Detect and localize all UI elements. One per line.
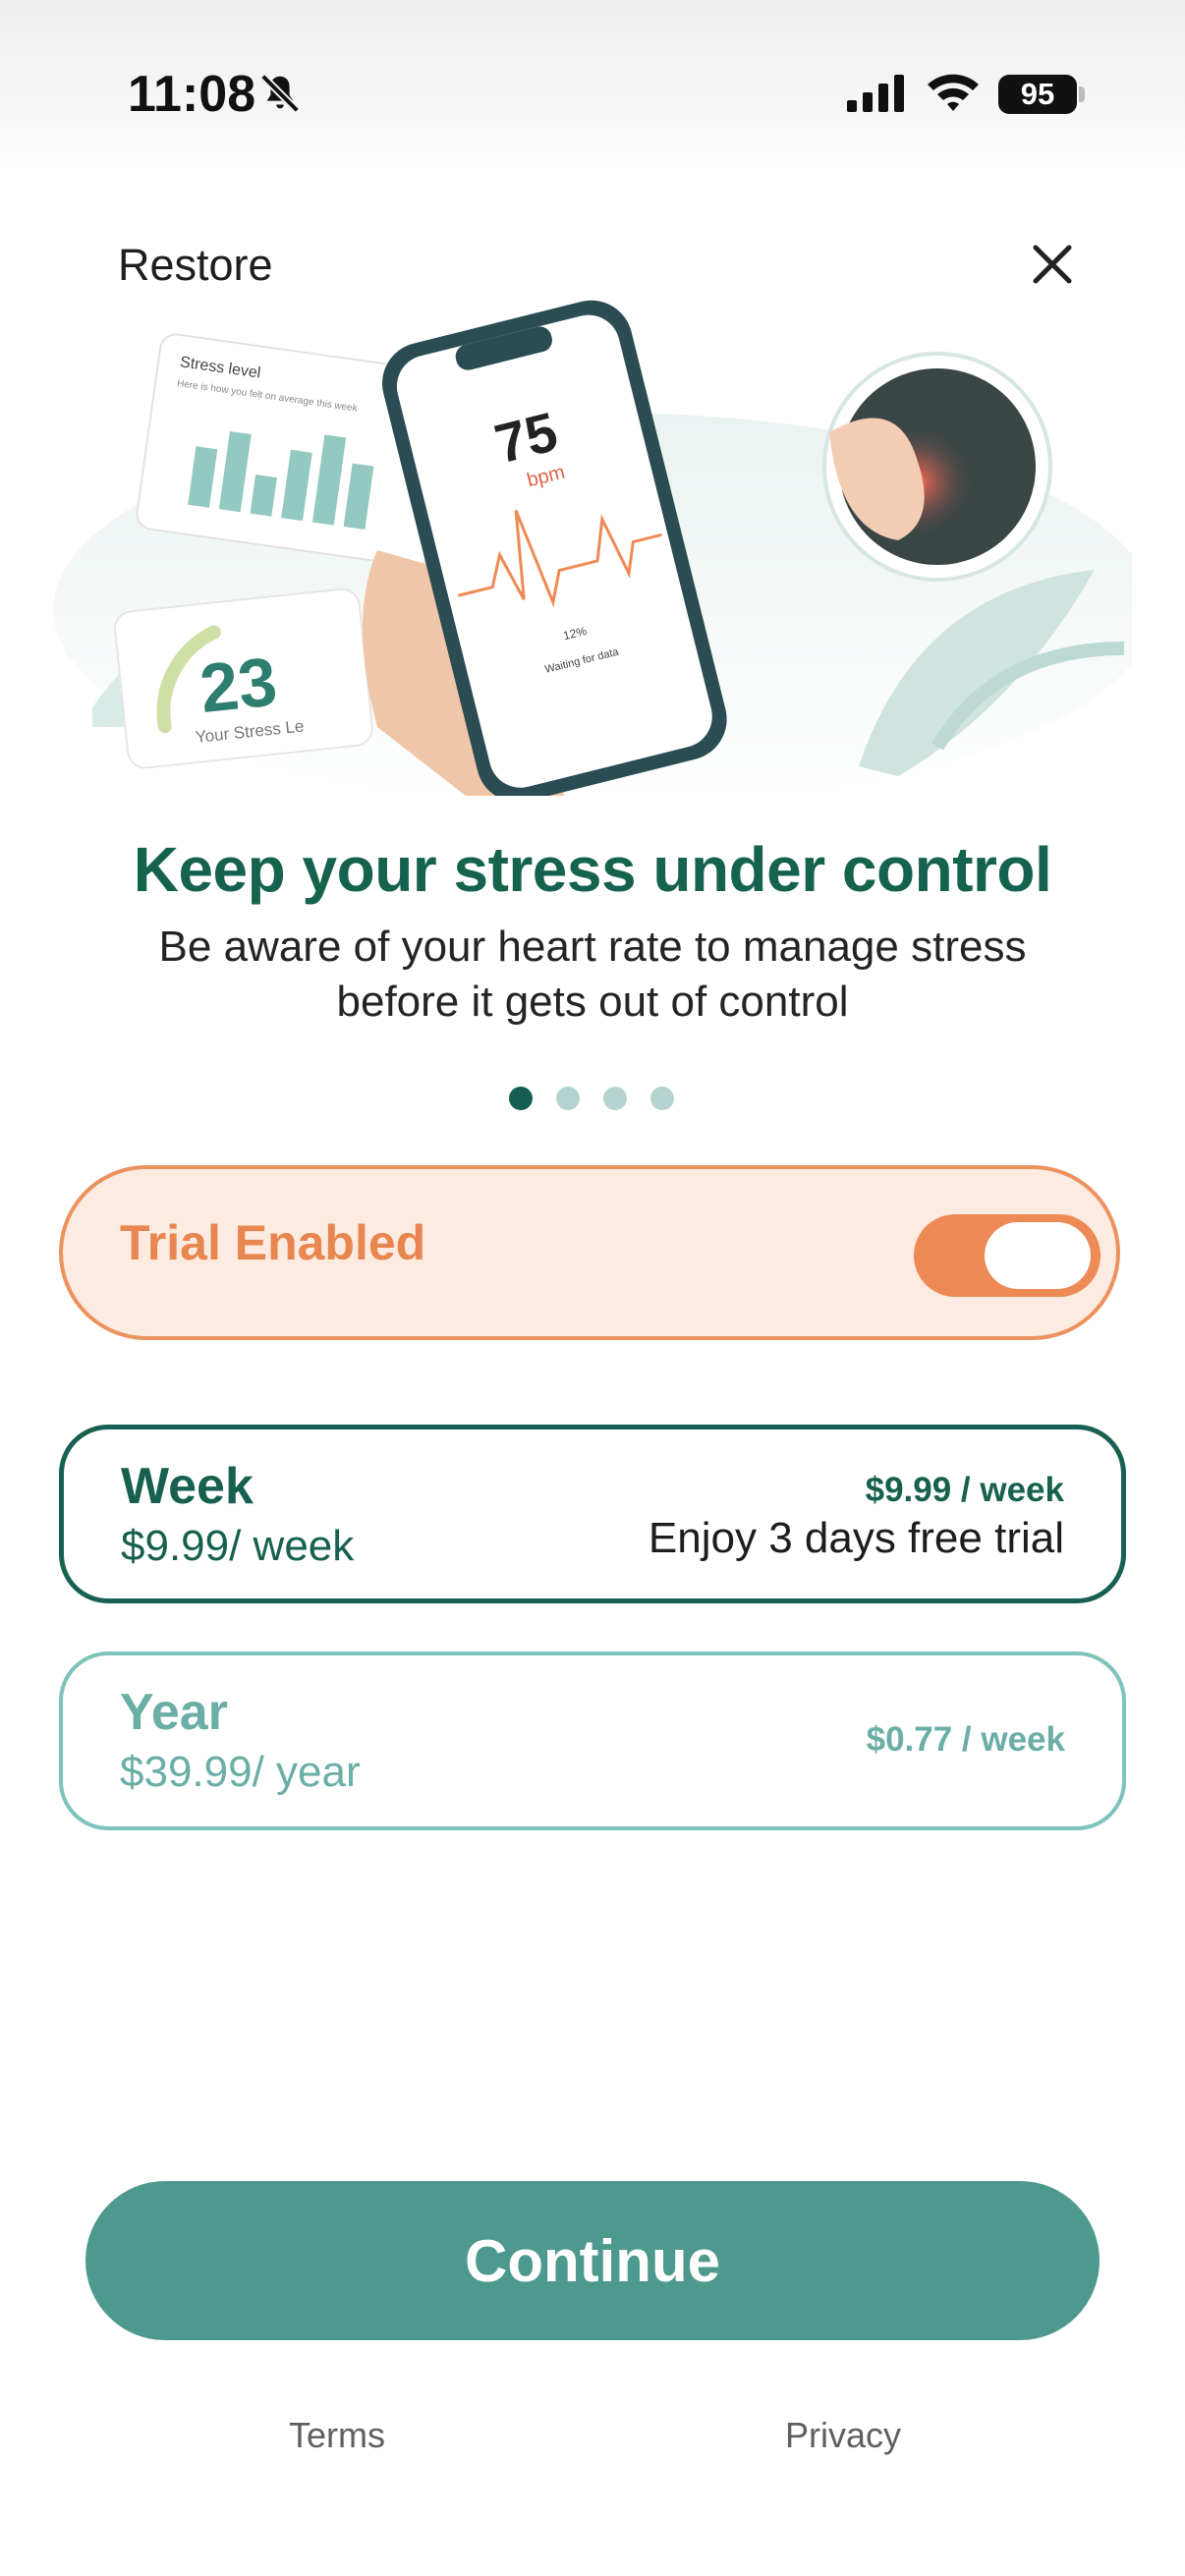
page-dot-2[interactable] bbox=[556, 1087, 580, 1110]
page-dot-4[interactable] bbox=[650, 1087, 674, 1110]
plan-name: Week bbox=[121, 1458, 254, 1515]
battery-tip bbox=[1079, 86, 1085, 102]
hero-illustration: Stress level Here is how you felt on ave… bbox=[53, 300, 1132, 796]
toggle-knob bbox=[985, 1222, 1091, 1289]
cellular-signal-icon bbox=[847, 75, 904, 112]
status-time: 11:08 bbox=[128, 66, 256, 123]
restore-button[interactable]: Restore bbox=[118, 240, 273, 291]
plan-weekly-rate: $9.99 / week bbox=[865, 1471, 1064, 1509]
terms-link[interactable]: Terms bbox=[289, 2415, 385, 2456]
plan-name: Year bbox=[120, 1684, 228, 1741]
wifi-icon bbox=[928, 74, 979, 111]
plan-trial-note: Enjoy 3 days free trial bbox=[648, 1514, 1064, 1562]
headline: Keep your stress under control bbox=[133, 834, 1052, 905]
plan-price: $9.99/ week bbox=[121, 1522, 355, 1570]
continue-button[interactable]: Continue bbox=[85, 2181, 1100, 2340]
plan-option-week[interactable]: Week $9.99/ week $9.99 / week Enjoy 3 da… bbox=[59, 1425, 1126, 1603]
subline: Be aware of your heart rate to manage st… bbox=[158, 923, 1027, 1026]
trial-toggle[interactable] bbox=[914, 1214, 1100, 1297]
status-bar: 11:08 95 bbox=[0, 0, 1185, 167]
trial-label: Trial Enabled bbox=[120, 1215, 426, 1270]
plan-option-year[interactable]: Year $39.99/ year $0.77 / week bbox=[59, 1652, 1126, 1830]
page-indicator[interactable] bbox=[509, 1087, 674, 1110]
close-icon[interactable] bbox=[1030, 242, 1075, 287]
battery-indicator: 95 bbox=[998, 75, 1077, 114]
plan-weekly-rate: $0.77 / week bbox=[866, 1720, 1065, 1759]
page-dot-1[interactable] bbox=[509, 1087, 533, 1110]
bell-muted-icon bbox=[260, 74, 300, 113]
trial-toggle-card[interactable]: Trial Enabled bbox=[59, 1165, 1120, 1340]
plan-price: $39.99/ year bbox=[120, 1748, 361, 1796]
page-dot-3[interactable] bbox=[603, 1087, 627, 1110]
privacy-link[interactable]: Privacy bbox=[785, 2415, 901, 2456]
stress-value: 23 bbox=[197, 643, 281, 727]
